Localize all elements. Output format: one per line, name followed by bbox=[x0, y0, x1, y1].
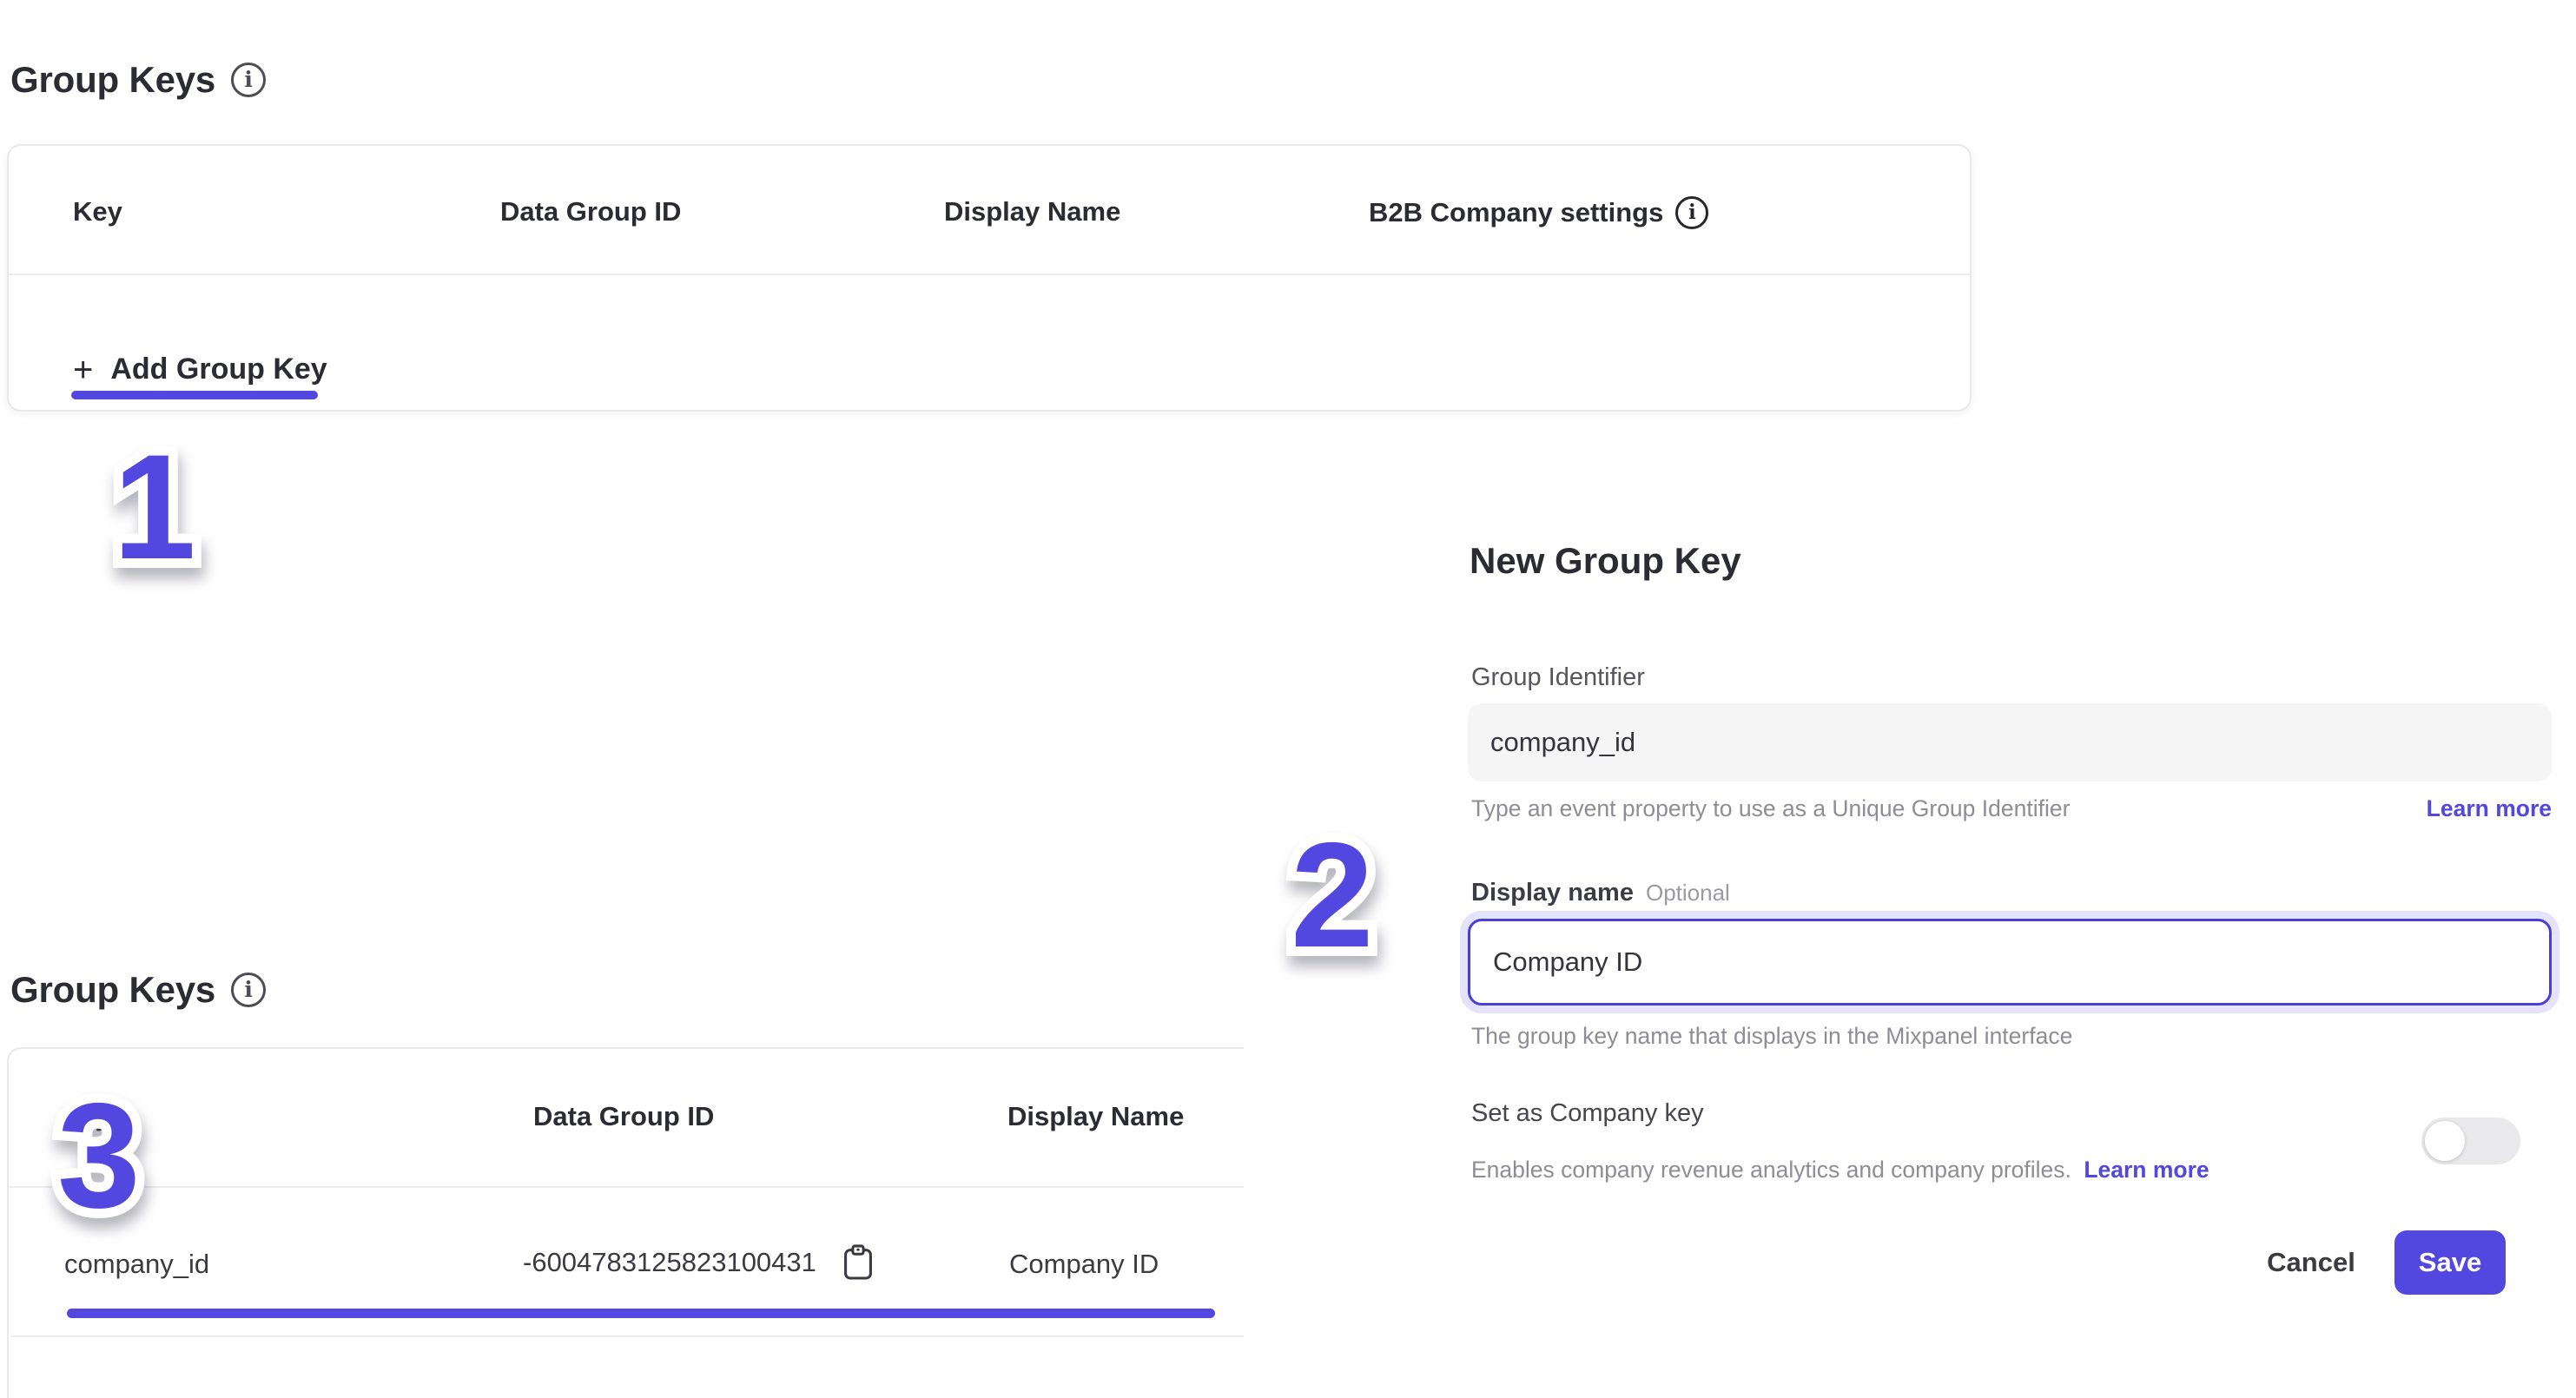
plus-icon: + bbox=[73, 355, 93, 385]
cancel-button[interactable]: Cancel bbox=[2255, 1243, 2368, 1282]
data-group-id-value: -6004783125823100431 bbox=[523, 1247, 816, 1278]
group-keys-heading-bottom: Group Keys i bbox=[10, 969, 266, 1011]
display-name-input[interactable]: Company ID bbox=[1468, 919, 2552, 1006]
display-name-label: Display name bbox=[1471, 879, 1634, 907]
new-group-key-title: New Group Key bbox=[1470, 540, 1741, 582]
copy-icon[interactable] bbox=[842, 1243, 874, 1282]
info-icon[interactable]: i bbox=[1675, 196, 1708, 229]
column-header-display-name: Display Name bbox=[1007, 1101, 1184, 1132]
table-header-divider bbox=[9, 274, 1970, 275]
info-icon[interactable]: i bbox=[231, 973, 266, 1007]
column-header-data-group-id: Data Group ID bbox=[500, 196, 681, 228]
optional-label: Optional bbox=[1646, 880, 1730, 907]
step-1-highlight-underline bbox=[71, 391, 318, 399]
save-button[interactable]: Save bbox=[2394, 1230, 2506, 1295]
learn-more-link[interactable]: Learn more bbox=[2427, 795, 2552, 822]
step-3-badge: 3 3 bbox=[57, 1081, 141, 1230]
display-name-helper: The group key name that displays in the … bbox=[1471, 1023, 2072, 1050]
toggle-knob bbox=[2425, 1121, 2465, 1161]
step-1-badge: 1 1 bbox=[113, 432, 196, 582]
row-display-name-cell: Company ID bbox=[1009, 1249, 1159, 1280]
table-header-divider bbox=[9, 1186, 1244, 1188]
column-header-display-name: Display Name bbox=[944, 196, 1120, 228]
display-name-value: Company ID bbox=[1493, 946, 1642, 978]
row-key-cell: company_id bbox=[64, 1249, 209, 1280]
add-group-key-button[interactable]: + Add Group Key bbox=[73, 353, 327, 386]
group-keys-title: Group Keys bbox=[10, 59, 215, 101]
group-keys-table-empty: Key Data Group ID Display Name B2B Compa… bbox=[7, 144, 1972, 412]
add-group-key-label: Add Group Key bbox=[110, 353, 327, 386]
info-icon[interactable]: i bbox=[231, 63, 266, 97]
group-keys-table-filled: Key Data Group ID Display Name company_i… bbox=[7, 1047, 1244, 1398]
group-identifier-helper: Type an event property to use as a Uniqu… bbox=[1471, 795, 2070, 822]
row-data-group-id-cell: -6004783125823100431 bbox=[523, 1243, 874, 1282]
company-key-label: Set as Company key bbox=[1471, 1099, 1704, 1128]
column-header-data-group-id: Data Group ID bbox=[533, 1101, 714, 1132]
group-keys-heading-top: Group Keys i bbox=[10, 59, 266, 101]
company-key-helper: Enables company revenue analytics and co… bbox=[1471, 1157, 2071, 1183]
group-identifier-label: Group Identifier bbox=[1471, 663, 1645, 692]
group-identifier-value: company_id bbox=[1490, 727, 1635, 758]
column-header-key: Key bbox=[73, 196, 122, 228]
column-header-b2b-settings: B2B Company settings i bbox=[1369, 196, 1708, 229]
group-keys-title: Group Keys bbox=[10, 969, 215, 1011]
company-key-toggle[interactable] bbox=[2421, 1118, 2520, 1164]
step-3-highlight-underline bbox=[67, 1309, 1215, 1318]
row-divider bbox=[10, 1335, 1244, 1337]
group-identifier-input[interactable]: company_id bbox=[1468, 703, 2552, 781]
learn-more-link[interactable]: Learn more bbox=[2084, 1157, 2209, 1183]
step-2-badge: 2 2 bbox=[1291, 821, 1374, 970]
